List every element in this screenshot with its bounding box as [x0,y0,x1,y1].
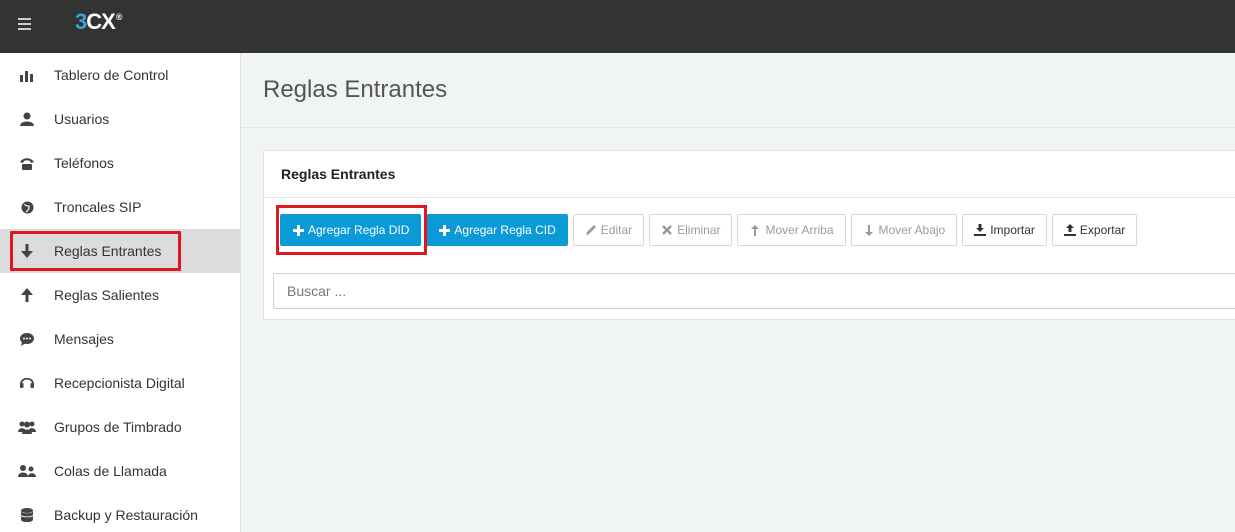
group-icon [18,418,36,436]
queue-icon [18,462,36,480]
logo: 3 CX ® [75,9,122,34]
plus-icon [292,224,304,236]
sidebar-item-label: Recepcionista Digital [54,375,185,391]
menu-icon[interactable] [18,15,36,33]
sidebar-item-backup-restore[interactable]: Backup y Restauración [0,493,240,532]
sidebar: Tablero de Control Usuarios Teléfonos Tr… [0,53,241,532]
sidebar-item-label: Reglas Entrantes [54,243,162,259]
sidebar-item-sip-trunks[interactable]: Troncales SIP [0,185,240,229]
database-icon [18,506,36,524]
sidebar-item-digital-receptionist[interactable]: Recepcionista Digital [0,361,240,405]
edit-button[interactable]: Editar [572,214,645,246]
add-cid-rule-button[interactable]: Agregar Regla CID [426,214,568,246]
move-down-button[interactable]: Mover Abajo [850,214,958,246]
sidebar-item-outbound-rules[interactable]: Reglas Salientes [0,273,240,317]
arrow-down-icon [18,242,36,260]
globe-icon [18,198,36,216]
sidebar-item-call-queues[interactable]: Colas de Llamada [0,449,240,493]
sidebar-item-label: Grupos de Timbrado [54,419,182,435]
arrow-down-icon [863,224,875,236]
panel-title: Reglas Entrantes [281,166,396,182]
close-icon [661,224,673,236]
page-title: Reglas Entrantes [263,76,448,103]
user-icon [18,110,36,128]
sidebar-item-label: Usuarios [54,111,110,127]
panel-header: Reglas Entrantes [264,151,1235,198]
plus-icon [438,224,450,236]
add-did-rule-button[interactable]: Agregar Regla DID [280,214,422,246]
import-button[interactable]: Importar [962,214,1047,246]
upload-icon [1063,224,1076,236]
sidebar-item-label: Reglas Salientes [54,287,160,303]
sidebar-item-label: Backup y Restauración [54,507,198,523]
sidebar-item-messages[interactable]: Mensajes [0,317,240,361]
pencil-icon [585,224,597,236]
rules-panel: Reglas Entrantes Agregar Regla DID Agreg… [263,150,1235,320]
sidebar-item-users[interactable]: Usuarios [0,97,240,141]
main-content: Reglas Entrantes Reglas Entrantes Agrega… [241,53,1235,532]
phone-icon [18,154,36,172]
top-bar: 3 CX ® [0,0,1235,53]
chat-icon [18,330,36,348]
sidebar-item-label: Troncales SIP [54,199,142,215]
sidebar-item-label: Colas de Llamada [54,463,167,479]
sidebar-item-ring-groups[interactable]: Grupos de Timbrado [0,405,240,449]
search-input[interactable] [273,273,1235,309]
arrow-up-icon [18,286,36,304]
sidebar-item-dashboard[interactable]: Tablero de Control [0,53,240,97]
sidebar-item-phones[interactable]: Teléfonos [0,141,240,185]
sidebar-item-inbound-rules[interactable]: Reglas Entrantes [0,229,240,273]
page-header: Reglas Entrantes [241,53,1235,128]
sidebar-item-label: Teléfonos [54,155,114,171]
sidebar-item-label: Tablero de Control [54,67,169,83]
bar-chart-icon [18,66,36,84]
arrow-up-icon [749,224,761,236]
delete-button[interactable]: Eliminar [649,214,733,246]
sidebar-item-label: Mensajes [54,331,114,347]
download-icon [974,224,987,236]
toolbar: Agregar Regla DID Agregar Regla CID Edit… [280,214,1142,246]
headset-icon [18,374,36,392]
move-up-button[interactable]: Mover Arriba [737,214,846,246]
export-button[interactable]: Exportar [1051,214,1138,246]
